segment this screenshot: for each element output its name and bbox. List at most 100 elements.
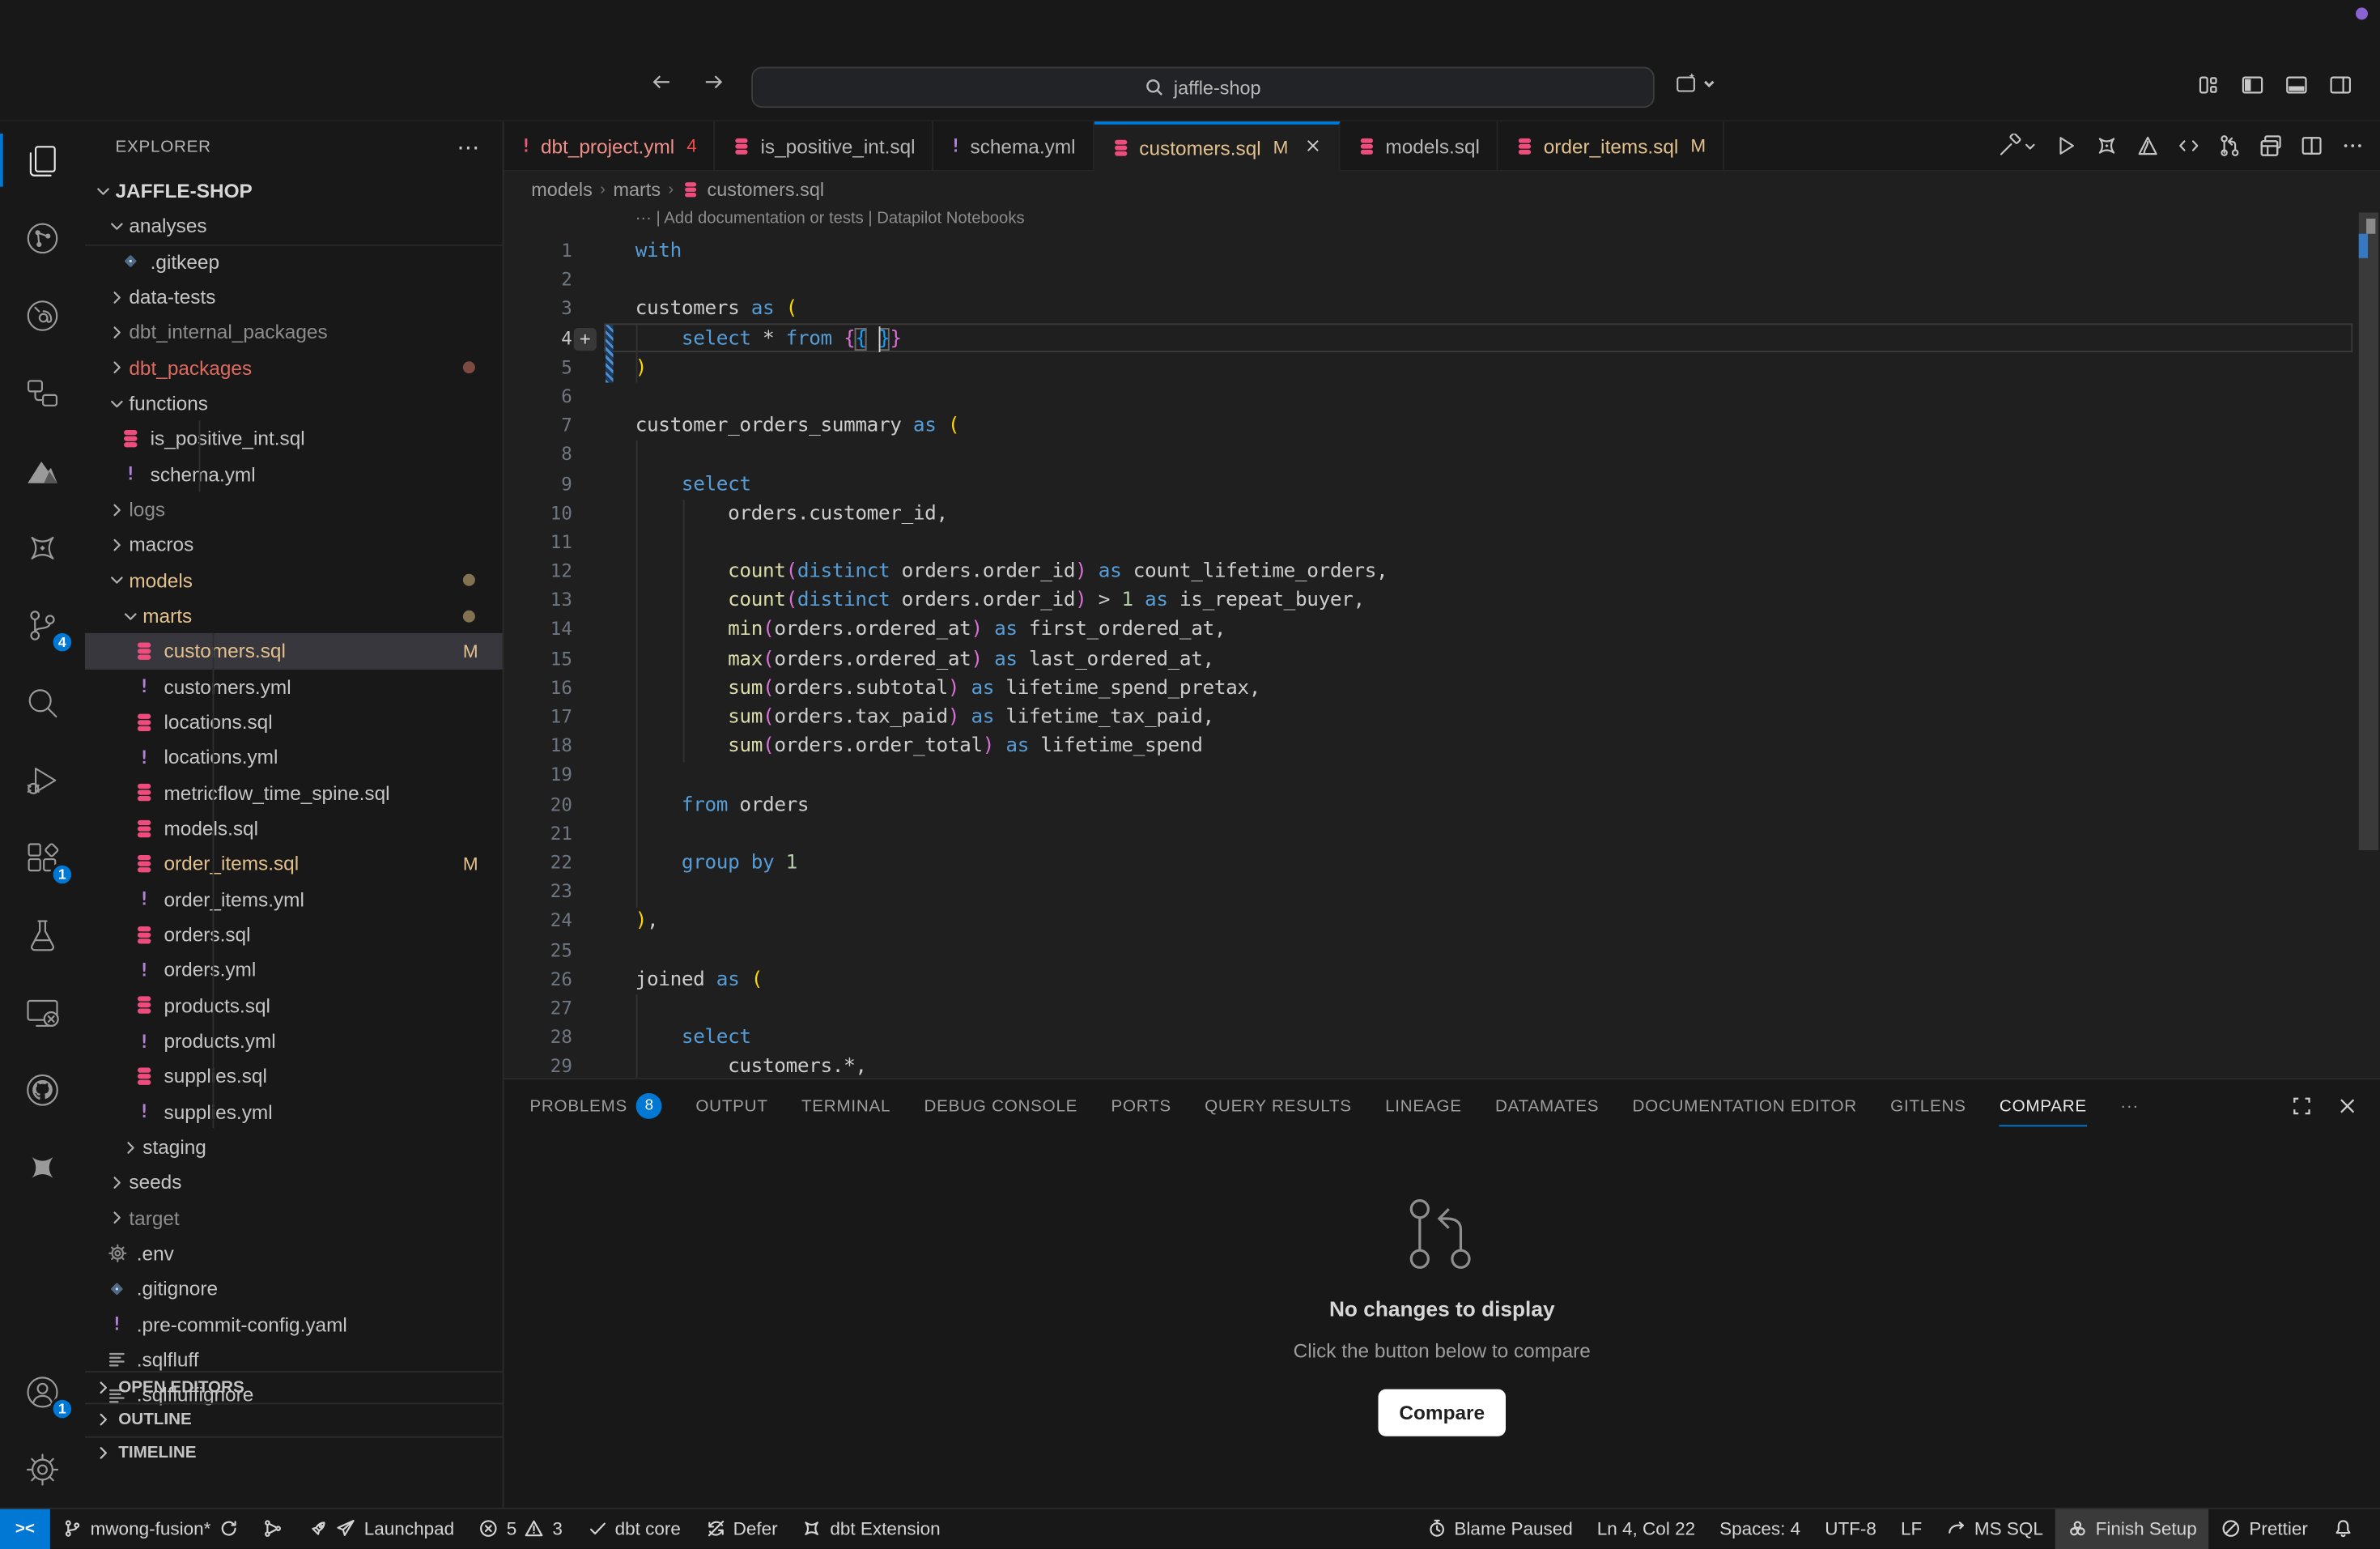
activity-explorer[interactable] [0, 121, 85, 199]
code-line-1[interactable]: 1with [504, 237, 2380, 266]
status-notifications[interactable] [2320, 1509, 2365, 1549]
tree-file-customers-sql[interactable]: customers.sqlM [85, 633, 503, 669]
code-line-28[interactable]: 28 select [504, 1023, 2380, 1053]
panel-tab-more-panel-tabs[interactable]: ··· [2120, 1079, 2139, 1133]
status-finish-setup[interactable]: Finish Setup [2055, 1509, 2209, 1549]
code-line-9[interactable]: 9 select [504, 470, 2380, 499]
code-line-15[interactable]: 15 max(orders.ordered_at) as last_ordere… [504, 645, 2380, 674]
status-dbt-core[interactable]: dbt core [575, 1509, 693, 1549]
code-line-6[interactable]: 6 [504, 382, 2380, 411]
code-line-22[interactable]: 22 group by 1 [504, 849, 2380, 878]
window-actions[interactable] [1674, 71, 1717, 96]
compiled-code-button[interactable] [2177, 134, 2201, 158]
code-line-29[interactable]: 29 customers.*, [504, 1053, 2380, 1078]
activity-settings[interactable] [0, 1430, 85, 1508]
status-indentation[interactable]: Spaces: 4 [1707, 1509, 1813, 1549]
sidebar-more-actions[interactable]: ⋯ [457, 134, 481, 161]
tree-file-pre-commit-config-yaml[interactable]: !.pre-commit-config.yaml [85, 1306, 503, 1342]
activity-extensions[interactable]: 1 [0, 819, 85, 896]
tree-file-gitkeep[interactable]: .gitkeep [85, 244, 503, 279]
code-line-21[interactable]: 21 [504, 819, 2380, 849]
toggle-sidebar-icon[interactable] [2241, 73, 2265, 97]
panel-tab-terminal[interactable]: TERMINAL [801, 1079, 890, 1133]
command-center-search[interactable]: jaffle-shop [751, 67, 1655, 109]
tree-folder-target[interactable]: target [85, 1200, 503, 1236]
panel-tab-gitlens[interactable]: GITLENS [1890, 1079, 1966, 1133]
status-defer[interactable]: Defer [693, 1509, 790, 1549]
breadcrumb[interactable]: models›marts›customers.sql [504, 172, 2380, 206]
toggle-panel-icon[interactable] [2284, 73, 2309, 97]
status-git-graph[interactable] [251, 1509, 295, 1549]
status-language-mode[interactable]: MS SQL [1934, 1509, 2055, 1549]
panel-tab-documentation-editor[interactable]: DOCUMENTATION EDITOR [1633, 1079, 1857, 1133]
tab-models-sql[interactable]: models.sql [1340, 121, 1498, 170]
code-line-2[interactable]: 2 [504, 266, 2380, 295]
tree-file-supplies-yml[interactable]: !supplies.yml [85, 1094, 503, 1130]
panel-tab-compare[interactable]: COMPARE [2000, 1079, 2087, 1133]
status-remote-indicator[interactable]: >< [0, 1509, 50, 1549]
tree-file-locations-yml[interactable]: !locations.yml [85, 740, 503, 776]
compare-button[interactable]: Compare [1379, 1389, 1507, 1436]
tree-file-metricflow-time-spine-sql[interactable]: metricflow_time_spine.sql [85, 775, 503, 811]
tree-file-locations-sql[interactable]: locations.sql [85, 704, 503, 740]
status-dbt-extension[interactable]: dbt Extension [790, 1509, 953, 1549]
add-action-button[interactable]: + [574, 327, 597, 350]
customize-layout-icon[interactable] [2196, 73, 2221, 97]
code-line-26[interactable]: 26joined as ( [504, 965, 2380, 994]
tree-folder-analyses[interactable]: analyses [85, 208, 503, 244]
code-line-5[interactable]: 5) [504, 353, 2380, 382]
tree-file-orders-yml[interactable]: !orders.yml [85, 952, 503, 988]
code-line-23[interactable]: 23 [504, 878, 2380, 907]
panel-tab-debug-console[interactable]: DEBUG CONSOLE [924, 1079, 1077, 1133]
status-launchpad[interactable]: Launchpad [295, 1509, 466, 1549]
sidebar-section-timeline[interactable]: TIMELINE [85, 1436, 503, 1468]
code-line-14[interactable]: 14 min(orders.ordered_at) as first_order… [504, 615, 2380, 645]
more-actions-button[interactable] [2340, 134, 2365, 158]
panel-tab-query-results[interactable]: QUERY RESULTS [1205, 1079, 1352, 1133]
tree-folder-functions[interactable]: functions [85, 385, 503, 421]
codelens[interactable]: ··· | Add documentation or tests | Datap… [635, 210, 1025, 228]
activity-lineage[interactable] [0, 354, 85, 432]
activity-dbt[interactable] [0, 509, 85, 586]
code-line-19[interactable]: 19 [504, 761, 2380, 790]
tree-folder-models[interactable]: models [85, 563, 503, 598]
code-line-17[interactable]: 17 sum(orders.tax_paid) as lifetime_tax_… [504, 703, 2380, 732]
code-line-16[interactable]: 16 sum(orders.subtotal) as lifetime_spen… [504, 674, 2380, 703]
tree-file-customers-yml[interactable]: !customers.yml [85, 669, 503, 704]
nav-back-icon[interactable] [650, 70, 674, 94]
tree-folder-dbt-packages[interactable]: dbt_packages [85, 350, 503, 385]
status-cursor-position[interactable]: Ln 4, Col 22 [1585, 1509, 1707, 1549]
close-tab-icon[interactable] [1303, 136, 1322, 159]
activity-accounts[interactable]: 1 [0, 1353, 85, 1431]
code-line-8[interactable]: 8 [504, 440, 2380, 470]
close-panel-icon[interactable] [2336, 1095, 2359, 1117]
code-line-7[interactable]: 7customer_orders_summary as ( [504, 411, 2380, 440]
tab-dbt-project-yml[interactable]: !dbt_project.yml4 [504, 121, 716, 170]
code-line-3[interactable]: 3customers as ( [504, 295, 2380, 324]
status-prettier[interactable]: Prettier [2209, 1509, 2320, 1549]
activity-remote-explorer[interactable] [0, 973, 85, 1051]
tree-file-gitignore[interactable]: .gitignore [85, 1271, 503, 1307]
code-line-13[interactable]: 13 count(distinct orders.order_id) > 1 a… [504, 586, 2380, 615]
breadcrumb-item[interactable]: marts [613, 178, 661, 199]
tree-file-order-items-yml[interactable]: !order_items.yml [85, 882, 503, 917]
status-eol[interactable]: LF [1889, 1509, 1934, 1549]
activity-run-and-debug[interactable] [0, 741, 85, 819]
tree-file-supplies-sql[interactable]: supplies.sql [85, 1058, 503, 1094]
panel-tab-lineage[interactable]: LINEAGE [1385, 1079, 1462, 1133]
tree-file-orders-sql[interactable]: orders.sql [85, 917, 503, 952]
tab-order-items-sql[interactable]: order_items.sqlM [1498, 121, 1723, 170]
tab-is-positive-int-sql[interactable]: is_positive_int.sql [715, 121, 933, 170]
status-git-branch[interactable]: mwong-fusion* [50, 1509, 251, 1549]
code-editor[interactable]: ··· | Add documentation or tests | Datap… [504, 206, 2380, 1078]
run-button[interactable] [2054, 134, 2078, 158]
activity-source-control[interactable]: 4 [0, 586, 85, 664]
activity-db-graph-alt[interactable] [0, 276, 85, 354]
status-blame[interactable]: Blame Paused [1414, 1509, 1585, 1549]
sidebar-section-outline[interactable]: OUTLINE [85, 1403, 503, 1436]
tree-folder-dbt-internal-packages[interactable]: dbt_internal_packages [85, 315, 503, 351]
activity-dbt-power-user[interactable] [0, 1128, 85, 1206]
toggle-secondary-sidebar-icon[interactable] [2328, 73, 2352, 97]
code-line-12[interactable]: 12 count(distinct orders.order_id) as co… [504, 557, 2380, 586]
code-line-11[interactable]: 11 [504, 528, 2380, 557]
